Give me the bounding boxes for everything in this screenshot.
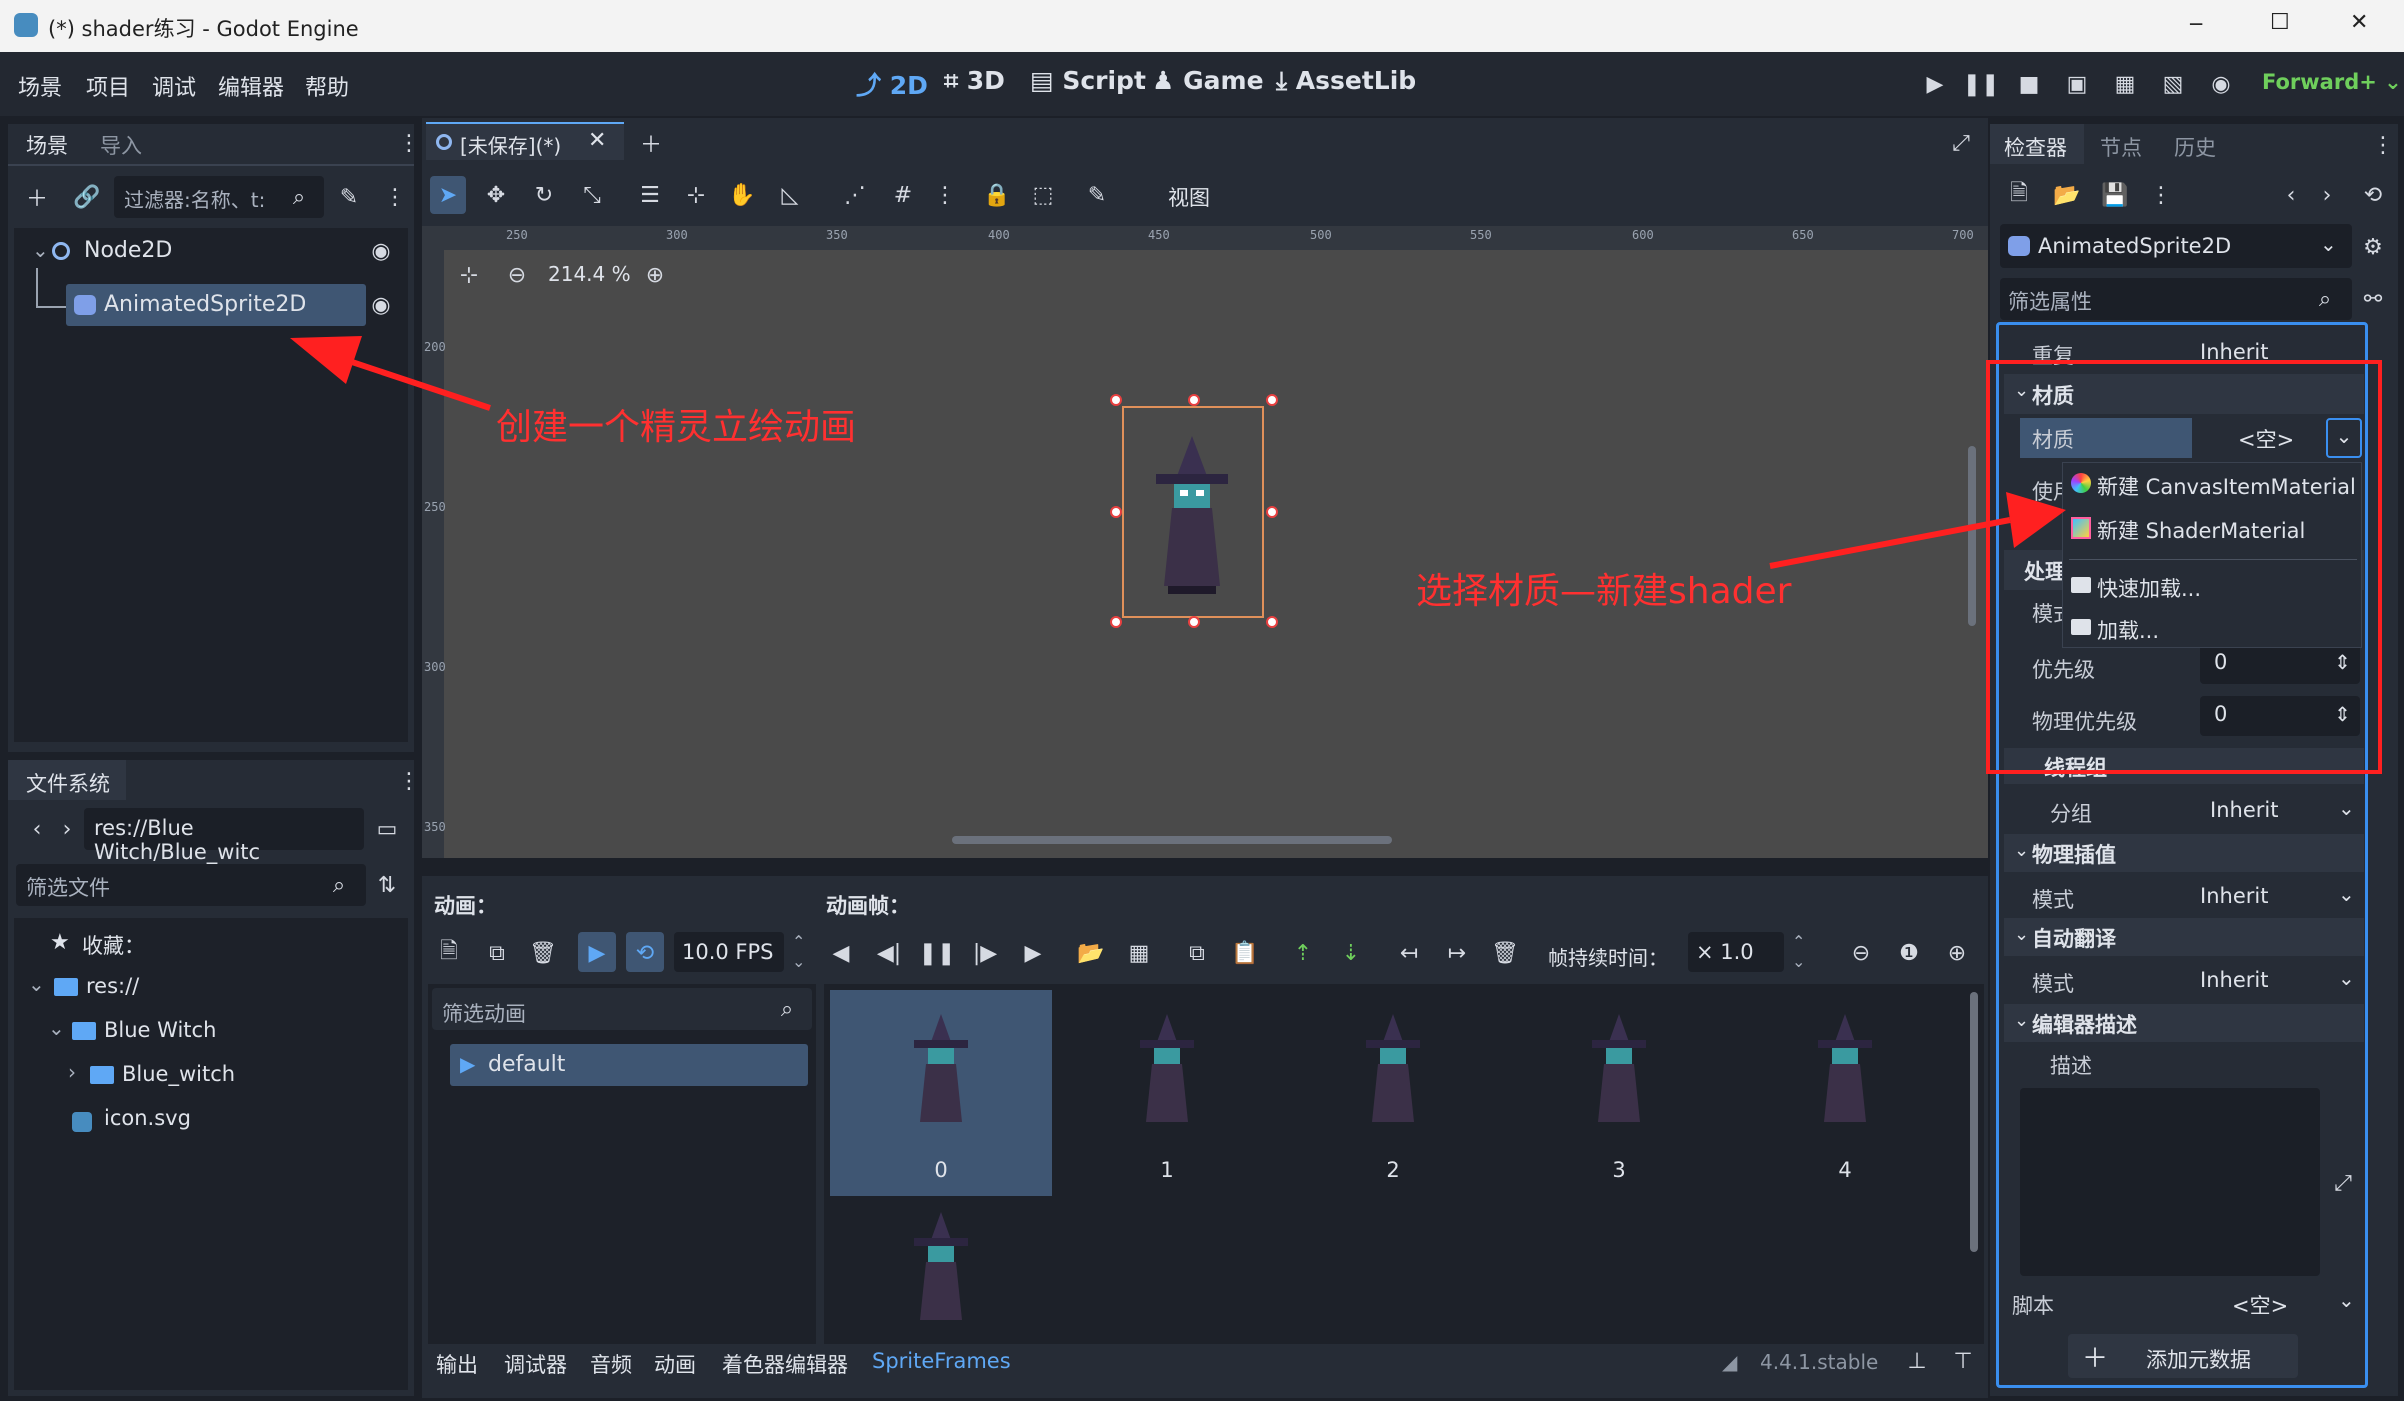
arrow-to-shader [1769,492,2066,569]
arrow-to-sprite [290,336,491,411]
annotation-arrows [290,336,2066,569]
